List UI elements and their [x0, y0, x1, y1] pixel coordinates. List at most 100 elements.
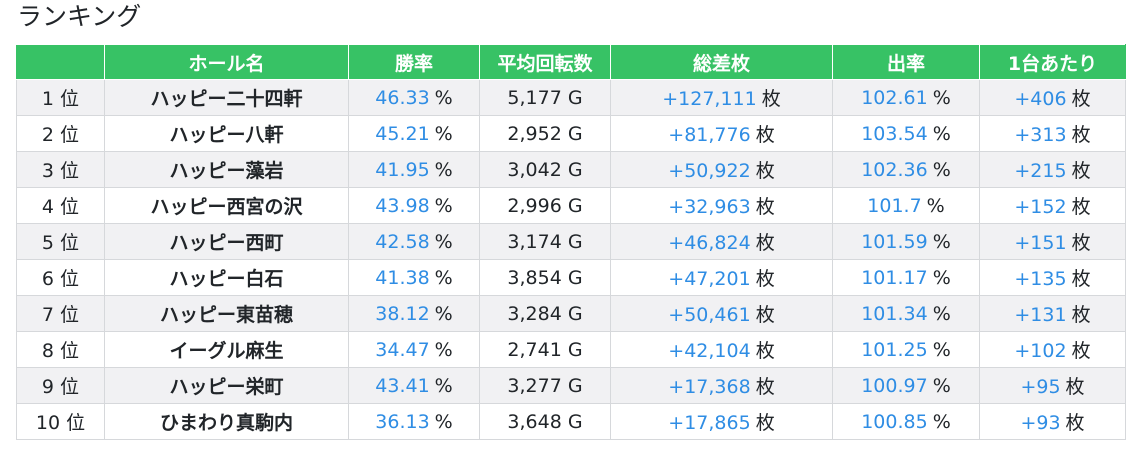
payout-unit: %	[932, 302, 951, 325]
rank-cell: 4 位	[16, 187, 105, 224]
total-diff-value: +46,824	[668, 232, 751, 254]
avg-spins-cell: 3,854 G	[479, 259, 611, 296]
rank-cell: 3 位	[16, 151, 105, 188]
rank-label: 3 位	[41, 160, 80, 182]
table-row[interactable]: 1 位ハッピー二十四軒 46.33% 5,177 G +127,111 枚 102.61%…	[16, 79, 1126, 116]
column-header-win-rate[interactable]: 勝率	[348, 44, 480, 80]
table-row[interactable]: 4 位ハッピー西宮の沢 43.98% 2,996 G +32,963 枚 101.7% +1…	[16, 187, 1126, 224]
hall-name-label: ハッピー西町	[169, 232, 284, 254]
per-machine-unit: 枚	[1071, 160, 1091, 182]
per-machine-unit: 枚	[1071, 232, 1091, 254]
payout-cell: 100.85%	[832, 403, 980, 440]
avg-spins-value: 2,952 G	[507, 122, 583, 145]
avg-spins-value: 3,042 G	[507, 158, 583, 181]
table-row[interactable]: 2 位ハッピー八軒 45.21% 2,952 G +81,776 枚 103.54% +31…	[16, 115, 1126, 152]
avg-spins-value: 3,284 G	[507, 302, 583, 325]
per-machine-value: +93	[1020, 412, 1061, 434]
per-machine-cell: +152 枚	[979, 187, 1126, 224]
payout-unit: %	[932, 374, 951, 397]
hall-name-label: ハッピー東苗穂	[159, 304, 293, 326]
column-header-avg-spins[interactable]: 平均回転数	[479, 44, 611, 80]
win-rate-value: 36.13	[375, 410, 430, 433]
total-diff-cell: +17,368 枚	[610, 367, 833, 404]
win-rate-value: 34.47	[375, 338, 430, 361]
hall-name-cell[interactable]: ハッピー西宮の沢	[104, 187, 349, 224]
win-rate-unit: %	[434, 374, 453, 397]
avg-spins-cell: 3,277 G	[479, 367, 611, 404]
payout-value: 103.54	[861, 122, 928, 145]
table-row[interactable]: 3 位ハッピー藻岩 41.95% 3,042 G +50,922 枚 102.36% +21…	[16, 151, 1126, 188]
payout-value: 101.34	[861, 302, 928, 325]
win-rate-unit: %	[434, 338, 453, 361]
per-machine-value: +102	[1014, 340, 1067, 362]
table-row[interactable]: 7 位ハッピー東苗穂 38.12% 3,284 G +50,461 枚 101.34% +1…	[16, 295, 1126, 332]
hall-name-cell[interactable]: イーグル麻生	[104, 331, 349, 368]
payout-unit: %	[932, 122, 951, 145]
avg-spins-value: 2,996 G	[507, 194, 583, 217]
rank-cell: 6 位	[16, 259, 105, 296]
per-machine-value: +135	[1014, 268, 1067, 290]
hall-name-cell[interactable]: ハッピー八軒	[104, 115, 349, 152]
win-rate-unit: %	[434, 410, 453, 433]
total-diff-unit: 枚	[755, 376, 775, 398]
avg-spins-cell: 3,648 G	[479, 403, 611, 440]
per-machine-unit: 枚	[1071, 268, 1091, 290]
avg-spins-value: 2,741 G	[507, 338, 583, 361]
per-machine-value: +406	[1014, 88, 1067, 110]
per-machine-cell: +93 枚	[979, 403, 1126, 440]
avg-spins-cell: 5,177 G	[479, 79, 611, 116]
payout-unit: %	[932, 410, 951, 433]
hall-name-cell[interactable]: ハッピー西町	[104, 223, 349, 260]
payout-unit: %	[932, 266, 951, 289]
per-machine-unit: 枚	[1065, 412, 1085, 434]
table-row[interactable]: 6 位ハッピー白石 41.38% 3,854 G +47,201 枚 101.17% +13…	[16, 259, 1126, 296]
payout-value: 100.97	[861, 374, 928, 397]
total-diff-unit: 枚	[755, 124, 775, 146]
per-machine-unit: 枚	[1071, 304, 1091, 326]
hall-name-cell[interactable]: ハッピー二十四軒	[104, 79, 349, 116]
per-machine-cell: +215 枚	[979, 151, 1126, 188]
hall-name-label: ハッピー八軒	[169, 124, 284, 146]
column-header-hall-name[interactable]: ホール名	[104, 44, 349, 80]
rank-cell: 1 位	[16, 79, 105, 116]
total-diff-value: +17,368	[668, 376, 751, 398]
rank-label: 5 位	[41, 232, 80, 254]
hall-name-cell[interactable]: ハッピー栄町	[104, 367, 349, 404]
total-diff-unit: 枚	[761, 88, 781, 110]
hall-name-label: ハッピー藻岩	[169, 160, 284, 182]
total-diff-value: +50,922	[668, 160, 751, 182]
column-header-total-diff[interactable]: 総差枚	[610, 44, 833, 80]
win-rate-unit: %	[434, 194, 453, 217]
column-header-per-machine[interactable]: 1台あたり	[979, 44, 1126, 80]
payout-value: 101.25	[861, 338, 928, 361]
per-machine-cell: +102 枚	[979, 331, 1126, 368]
avg-spins-value: 3,277 G	[507, 374, 583, 397]
payout-value: 102.61	[861, 86, 928, 109]
total-diff-unit: 枚	[755, 340, 775, 362]
avg-spins-cell: 3,174 G	[479, 223, 611, 260]
payout-cell: 101.7%	[832, 187, 980, 224]
rank-cell: 9 位	[16, 367, 105, 404]
table-row[interactable]: 10 位ひまわり真駒内 36.13% 3,648 G +17,865 枚 100.85% +…	[16, 403, 1126, 440]
hall-name-cell[interactable]: ハッピー藻岩	[104, 151, 349, 188]
payout-cell: 100.97%	[832, 367, 980, 404]
table-row[interactable]: 8 位イーグル麻生 34.47% 2,741 G +42,104 枚 101.25% +10…	[16, 331, 1126, 368]
total-diff-value: +127,111	[662, 88, 757, 110]
total-diff-unit: 枚	[755, 268, 775, 290]
win-rate-value: 41.95	[375, 158, 430, 181]
hall-name-label: ハッピー栄町	[169, 376, 284, 398]
hall-name-cell[interactable]: ハッピー東苗穂	[104, 295, 349, 332]
table-row[interactable]: 5 位ハッピー西町 42.58% 3,174 G +46,824 枚 101.59% +15…	[16, 223, 1126, 260]
payout-cell: 101.59%	[832, 223, 980, 260]
avg-spins-cell: 2,952 G	[479, 115, 611, 152]
payout-unit: %	[932, 86, 951, 109]
total-diff-value: +50,461	[668, 304, 751, 326]
table-row[interactable]: 9 位ハッピー栄町 43.41% 3,277 G +17,368 枚 100.97% +95…	[16, 367, 1126, 404]
payout-cell: 103.54%	[832, 115, 980, 152]
win-rate-unit: %	[434, 266, 453, 289]
column-header-payout[interactable]: 出率	[832, 44, 980, 80]
total-diff-value: +42,104	[668, 340, 751, 362]
hall-name-cell[interactable]: ひまわり真駒内	[104, 403, 349, 440]
payout-value: 100.85	[861, 410, 928, 433]
hall-name-cell[interactable]: ハッピー白石	[104, 259, 349, 296]
